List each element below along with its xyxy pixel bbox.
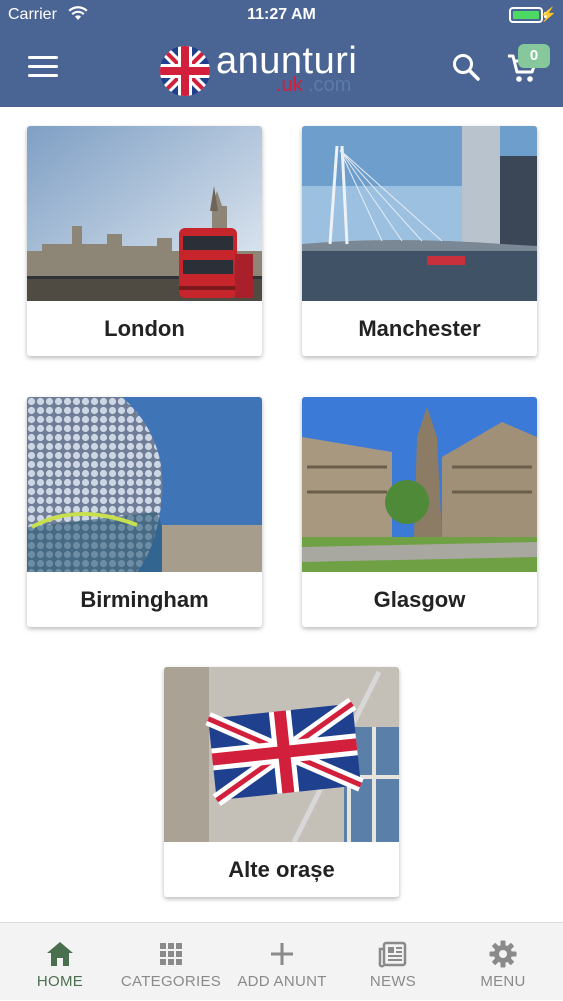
bottom-navigation: HOME CATEGORIES ADD ANUNT NEWS MENU (0, 922, 563, 1000)
city-card-glasgow[interactable]: Glasgow (302, 397, 537, 627)
newspaper-icon (378, 939, 408, 969)
clock: 11:27 AM (247, 6, 316, 23)
city-name: Birmingham (80, 587, 209, 612)
nav-label: CATEGORIES (120, 973, 222, 990)
logo-sub-uk: .uk (276, 74, 303, 96)
uk-flag-icon (160, 46, 210, 96)
nav-categories[interactable]: CATEGORIES (115, 923, 227, 1001)
plus-icon (267, 939, 297, 969)
battery-icon (509, 7, 543, 23)
city-card-other[interactable]: Alte orașe (164, 667, 399, 897)
uk-flag-image (164, 667, 399, 842)
city-card-manchester[interactable]: Manchester (302, 126, 537, 356)
nav-label: NEWS (369, 973, 417, 990)
glasgow-image (302, 397, 537, 572)
nav-add-anunt[interactable]: ADD ANUNT (226, 923, 338, 1001)
birmingham-image (27, 397, 262, 572)
app-logo[interactable]: anunturi .uk .com (160, 40, 380, 100)
nav-label: MENU (480, 973, 526, 990)
grid-icon (156, 939, 186, 969)
city-name: Glasgow (373, 587, 466, 612)
city-name: Manchester (358, 316, 481, 341)
city-name: London (104, 316, 185, 341)
city-card-birmingham[interactable]: Birmingham (27, 397, 262, 627)
nav-news[interactable]: NEWS (337, 923, 449, 1001)
charging-icon: ⚡ (539, 6, 557, 22)
logo-sub-com: .com (308, 74, 352, 96)
hamburger-icon[interactable] (28, 56, 58, 78)
city-card-london[interactable]: London (27, 126, 262, 356)
nav-menu[interactable]: MENU (447, 923, 559, 1001)
nav-home[interactable]: HOME (4, 923, 116, 1001)
search-icon[interactable] (451, 52, 481, 82)
london-image (27, 126, 262, 301)
nav-label: HOME (36, 973, 84, 990)
nav-label: ADD ANUNT (237, 973, 327, 990)
manchester-image (302, 126, 537, 301)
cart-count-badge: 0 (518, 44, 550, 68)
app-header: Carrier 11:27 AM ⚡ anunturi .uk .com 0 (0, 0, 563, 107)
home-icon (45, 939, 75, 969)
gear-icon (488, 939, 518, 969)
city-name: Alte orașe (228, 857, 335, 882)
status-bar: Carrier 11:27 AM ⚡ (0, 0, 563, 30)
